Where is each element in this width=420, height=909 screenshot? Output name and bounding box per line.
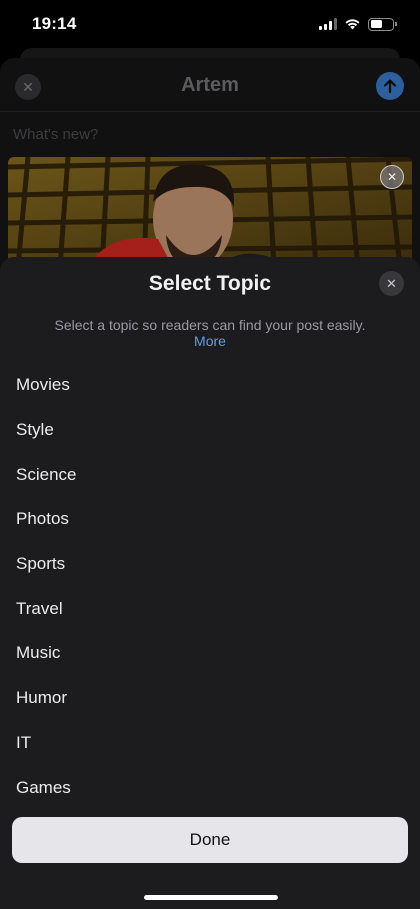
home-indicator[interactable] [144,895,278,900]
cellular-signal-icon [319,18,337,30]
close-icon: ✕ [386,170,398,184]
battery-icon [368,17,397,31]
topic-list: Movies Style Science Photos Sports Trave… [0,363,420,810]
topic-item[interactable]: Movies [0,363,420,408]
composer-title: Artem [181,74,239,96]
topic-item[interactable]: Style [0,408,420,453]
attached-photo: ✕ [8,157,412,267]
topic-item[interactable]: Photos [0,497,420,542]
composer-header: ✕ Artem [0,58,420,114]
send-button[interactable] [376,72,404,100]
sheet-subtitle: Select a topic so readers can find your … [54,317,366,333]
topic-item[interactable]: IT [0,721,420,766]
status-time: 19:14 [32,14,77,33]
topic-item[interactable]: Sports [0,542,420,587]
topic-item[interactable]: Music [0,631,420,676]
battery-level [370,20,383,28]
remove-photo-button[interactable]: ✕ [380,165,404,189]
photo-image [8,157,412,267]
done-button[interactable]: Done [12,817,408,863]
composer-divider [0,111,420,112]
topic-item[interactable]: Humor [0,676,420,721]
status-icons [319,17,397,31]
post-text-input[interactable]: What's new? [13,126,98,143]
done-bar: Done [0,803,420,909]
sheet-title: Select Topic [148,272,272,295]
wifi-icon [345,19,360,30]
more-link[interactable]: More [0,333,420,350]
status-bar: 19:14 [0,0,420,48]
arrow-up-icon [383,79,397,94]
close-icon: ✕ [386,275,397,291]
sheet-close-button[interactable]: ✕ [379,271,404,296]
topic-item[interactable]: Travel [0,586,420,631]
topic-item[interactable]: Science [0,452,420,497]
